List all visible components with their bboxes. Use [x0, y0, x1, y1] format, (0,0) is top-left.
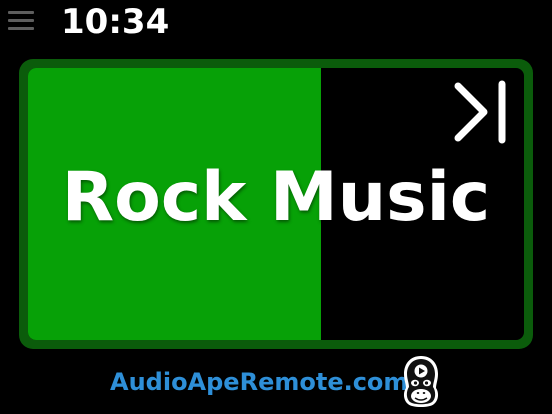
track-title: Rock Music — [61, 158, 491, 237]
remote-screen: 10:34 Rock Music AudioApeRemote.com — [0, 0, 552, 414]
menu-line — [8, 11, 34, 14]
menu-line — [8, 19, 34, 22]
website-link[interactable]: AudioApeRemote.com — [110, 365, 408, 399]
skip-next-icon — [454, 80, 506, 144]
clock-time: 10:34 — [61, 2, 170, 42]
menu-line — [8, 27, 34, 30]
skip-next-button[interactable] — [448, 78, 514, 146]
hamburger-menu-icon[interactable] — [8, 9, 34, 31]
ape-logo-icon — [400, 354, 442, 410]
